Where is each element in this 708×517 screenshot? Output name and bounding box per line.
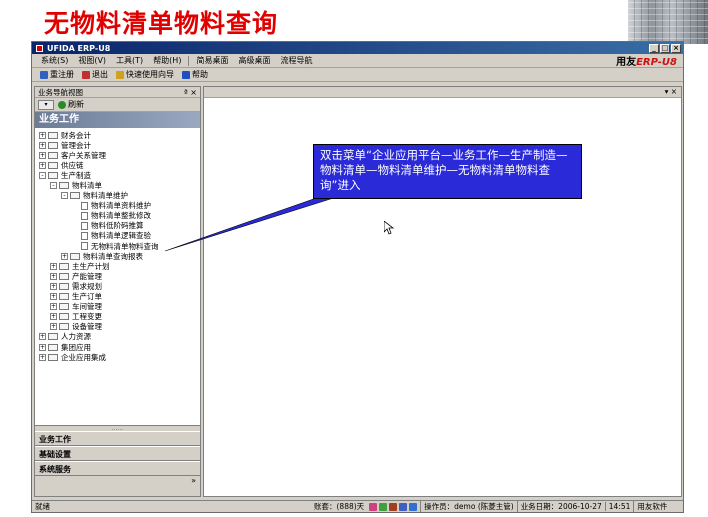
instruction-callout: 双击菜单“企业应用平台—业务工作—生产制造—物料清单—物料清单维护—无物料清单物… bbox=[313, 144, 582, 199]
mouse-cursor-icon bbox=[384, 221, 394, 235]
callout-pointer bbox=[164, 195, 341, 252]
callout-pointer-triangle bbox=[164, 195, 341, 252]
